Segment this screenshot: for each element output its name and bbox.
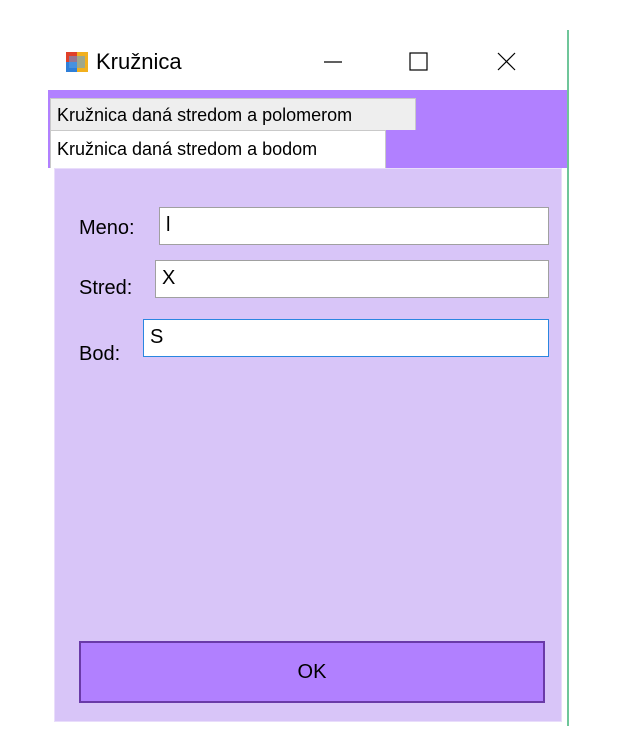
tab-center-radius[interactable]: Kružnica daná stredom a polomerom (50, 98, 416, 130)
close-button[interactable] (478, 44, 534, 80)
tab-center-point[interactable]: Kružnica daná stredom a bodom (50, 130, 386, 168)
tab-strip: Kružnica daná stredom a polomerom Kružni… (48, 90, 568, 168)
bod-label: Bod: (79, 343, 121, 365)
close-icon (497, 52, 516, 71)
tab-label: Kružnica daná stredom a bodom (57, 139, 318, 159)
tab-label: Kružnica daná stredom a polomerom (57, 105, 353, 125)
ok-button[interactable]: OK (79, 641, 545, 703)
tab-panel: Meno: l Stred: X Bod: S OK (54, 168, 562, 722)
window-title: Kružnica (96, 49, 182, 74)
title-bar: Kružnica (48, 30, 568, 90)
window-edge-divider (567, 30, 569, 726)
dialog-window: Kružnica Kružnica daná stredom a polomer… (48, 30, 568, 726)
maximize-button[interactable] (390, 44, 446, 80)
minimize-button[interactable] (304, 44, 360, 80)
bod-input[interactable]: S (143, 319, 549, 357)
meno-input[interactable]: l (159, 207, 549, 245)
minimize-icon (324, 61, 342, 63)
stred-input[interactable]: X (155, 260, 549, 298)
app-icon (66, 52, 88, 72)
stred-label: Stred: (79, 277, 133, 299)
maximize-icon (409, 52, 428, 71)
meno-label: Meno: (79, 217, 135, 239)
